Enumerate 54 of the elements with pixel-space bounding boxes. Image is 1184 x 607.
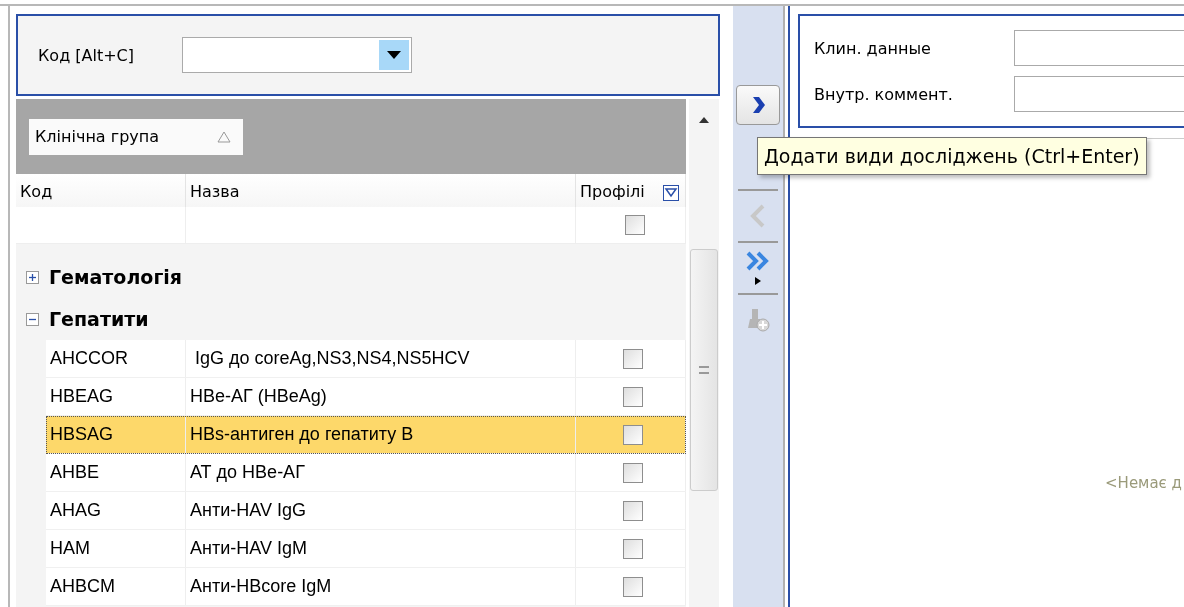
table-cell: Анти-HAV IgG	[186, 492, 576, 529]
dropdown-button[interactable]	[379, 40, 410, 70]
tooltip: Додати види досліджень (Ctrl+Enter)	[757, 137, 1147, 175]
table-cell: AHAG	[46, 492, 186, 529]
expand-icon[interactable]	[26, 270, 39, 284]
table-cell: Анти-HAV IgM	[186, 530, 576, 567]
table-cell: HBe-АГ (HBeAg)	[186, 378, 576, 415]
code-label: Код [Alt+C]	[38, 45, 135, 65]
table-row[interactable]: AHCCOR IgG до coreAg,NS3,NS4,NS5HCV	[46, 340, 686, 378]
table-row[interactable]: HBEAG HBe-АГ (HBeAg)	[46, 378, 686, 416]
add-button[interactable]	[736, 85, 780, 125]
table-cell: HBEAG	[46, 378, 186, 415]
table-row[interactable]: HBSAG HBs-антиген до гепатиту В	[46, 416, 686, 454]
checkbox[interactable]	[622, 424, 643, 445]
table-cell: AHBE	[46, 454, 186, 491]
table-row[interactable]: AHBE АТ до HBe-АГ	[46, 454, 686, 492]
column-header[interactable]: Код	[16, 174, 186, 207]
table-cell: HBs-антиген до гепатиту В	[186, 416, 576, 453]
table-cell: АТ до HBe-АГ	[186, 454, 576, 491]
checkbox[interactable]	[622, 386, 643, 407]
field-label: Клин. данные	[814, 38, 932, 58]
filter-icon[interactable]	[663, 185, 679, 201]
checkbox[interactable]	[622, 500, 643, 521]
table-cell: AHCCOR	[46, 340, 186, 377]
checkbox[interactable]	[622, 576, 643, 597]
table-cell: IgG до coreAg,NS3,NS4,NS5HCV	[186, 340, 576, 377]
caret-icon	[387, 51, 402, 59]
input-field[interactable]	[1014, 76, 1184, 112]
scroll-up-icon[interactable]	[699, 117, 709, 123]
table-cell: HAM	[46, 530, 186, 567]
column-header[interactable]: Назва	[186, 174, 576, 207]
table-row[interactable]: AHAG Анти-HAV IgG	[46, 492, 686, 530]
group-name: Гематологія	[49, 266, 183, 288]
table-cell: Анти-HBcore IgM	[186, 568, 576, 605]
scrollbar[interactable]	[689, 99, 719, 607]
checkbox[interactable]	[624, 215, 645, 235]
table-row[interactable]: HAM Анти-HAV IgM	[46, 530, 686, 568]
field-label: Внутр. коммент.	[814, 84, 954, 104]
table-row[interactable]: AHBCM Анти-HBcore IgM	[46, 568, 686, 606]
table-cell: HBSAG	[46, 416, 186, 453]
group-by-chip[interactable]: Клінічна група	[29, 118, 243, 155]
collapse-icon[interactable]	[26, 312, 39, 326]
group-name: Гепатити	[49, 308, 149, 330]
table-cell: AHBCM	[46, 568, 186, 605]
input-field[interactable]	[1014, 30, 1184, 66]
double-chevron-right-icon	[746, 251, 770, 271]
flask-icon	[745, 308, 771, 332]
group-by-label: Клінічна група	[35, 127, 160, 146]
checkbox[interactable]	[622, 462, 643, 483]
checkbox[interactable]	[622, 538, 643, 559]
scroll-thumb[interactable]	[690, 249, 718, 491]
submenu-arrow-icon	[755, 277, 761, 285]
empty-message: <Немає д	[1105, 474, 1182, 492]
checkbox[interactable]	[622, 348, 643, 369]
